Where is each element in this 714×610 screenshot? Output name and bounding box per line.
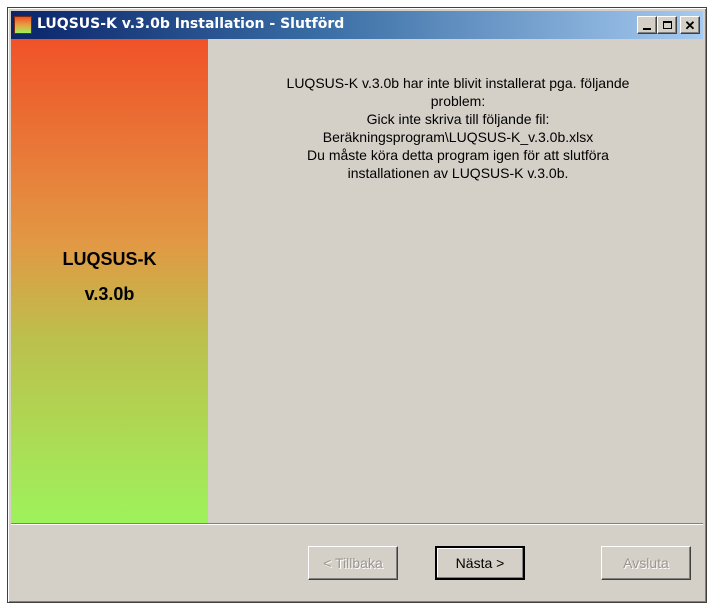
message-line: installationen av LUQSUS-K v.3.0b. — [347, 165, 569, 181]
window-title: LUQSUS-K v.3.0b Installation - Slutförd — [37, 16, 345, 32]
installer-sidebar-banner: LUQSUS-K v.3.0b — [11, 39, 208, 523]
back-button[interactable]: < Tillbaka — [308, 546, 398, 580]
product-name: LUQSUS-K — [62, 249, 157, 269]
message-line: Beräkningsprogram\LUQSUS-K_v.3.0b.xlsx — [322, 129, 594, 145]
maximize-button[interactable] — [657, 16, 677, 34]
message-line: Gick inte skriva till följande fil: — [366, 111, 550, 127]
close-button[interactable]: ✕ — [680, 16, 700, 34]
maximize-icon — [662, 21, 672, 29]
next-button[interactable]: Nästa > — [435, 546, 525, 580]
installer-window: LUQSUS-K v.3.0b Installation - Slutförd … — [7, 7, 707, 603]
error-message: LUQSUS-K v.3.0b har inte blivit installe… — [213, 74, 703, 182]
minimize-icon — [643, 28, 651, 30]
message-line: Du måste köra detta program igen för att… — [307, 147, 609, 163]
close-icon: ✕ — [684, 17, 696, 33]
exit-button[interactable]: Avsluta — [601, 546, 691, 580]
footer-separator — [11, 523, 703, 525]
message-line: problem: — [430, 93, 486, 109]
title-bar[interactable]: LUQSUS-K v.3.0b Installation - Slutförd … — [11, 11, 703, 39]
product-version: v.3.0b — [84, 284, 135, 304]
installer-app-icon[interactable] — [14, 16, 32, 34]
minimize-button[interactable] — [637, 16, 657, 34]
message-line: LUQSUS-K v.3.0b har inte blivit installe… — [286, 75, 630, 91]
